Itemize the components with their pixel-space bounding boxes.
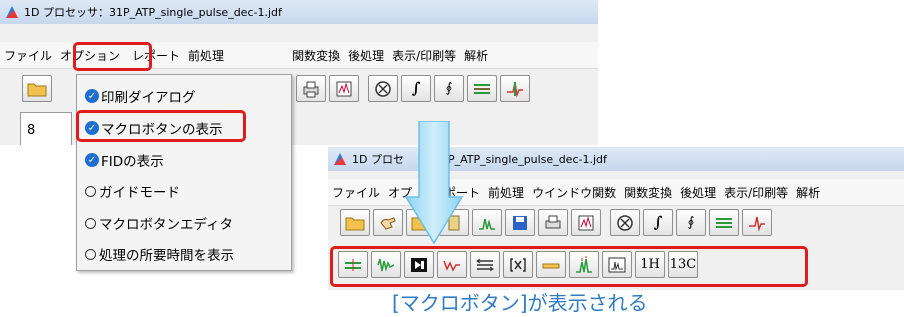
folder-icon (345, 217, 365, 230)
menu-preprocess[interactable]: 前処理 (484, 184, 528, 201)
side-tab-text: 8 (27, 123, 36, 138)
down-arrow-icon (404, 121, 464, 245)
options-dropdown: ✓ 印刷ダイアログ ✓ マクロボタンの表示 ✓ FIDの表示 ガイドモード マク… (76, 74, 292, 271)
main-toolbar-right: ∫ ∮ (296, 75, 533, 102)
check-icon: ✓ (85, 153, 99, 167)
integral-button[interactable]: ∫ (401, 75, 431, 102)
print-preview-button[interactable] (329, 75, 359, 102)
highlight-macro-toolbar (330, 246, 808, 287)
menuitem-label: 処理の所要時間を表示 (99, 248, 234, 264)
integral-settings-button[interactable]: ∮ (434, 75, 464, 102)
radio-icon (85, 248, 96, 260)
menu-display-print[interactable]: 表示/印刷等 (720, 184, 792, 201)
menuitem-show-processing-time[interactable]: 処理の所要時間を表示 (85, 244, 234, 264)
menuitem-label: マクロボタンエディタ (99, 217, 234, 233)
menu-analysis[interactable]: 解析 (792, 184, 824, 201)
app-icon (6, 6, 18, 18)
integral-settings-button[interactable]: ∮ (676, 209, 706, 236)
print-button[interactable] (538, 209, 568, 236)
open-recent-button[interactable] (373, 209, 403, 236)
hand-pointer-icon (380, 216, 396, 230)
menu-display-print[interactable]: 表示/印刷等 (388, 47, 460, 64)
radio-icon (85, 217, 96, 229)
stop-button[interactable] (610, 209, 640, 236)
menuitem-show-fid[interactable]: ✓ FIDの表示 (85, 150, 164, 170)
integral-edit-icon: ∮ (687, 215, 695, 230)
folder-icon (27, 83, 47, 96)
menu-file[interactable]: ファイル (328, 184, 384, 201)
menu-transform[interactable]: 関数変換 (620, 184, 676, 201)
phase-button[interactable] (742, 209, 772, 236)
integral-icon: ∫ (411, 79, 421, 97)
stop-icon (375, 80, 391, 97)
app-icon (334, 153, 346, 165)
menuitem-guide-mode[interactable]: ガイドモード (85, 181, 180, 201)
integral-icon: ∫ (653, 213, 663, 231)
printer-icon (545, 215, 561, 228)
menu-analysis[interactable]: 解析 (460, 47, 492, 64)
menuitem-macro-editor[interactable]: マクロボタンエディタ (85, 213, 233, 233)
menu-file[interactable]: ファイル (0, 47, 56, 64)
window-title: 1D プロセ (352, 153, 404, 166)
phase-icon (749, 216, 765, 232)
integral-edit-icon: ∮ (445, 81, 453, 96)
menuitem-label: ガイドモード (99, 185, 180, 201)
save-button[interactable] (505, 209, 535, 236)
integral-button[interactable]: ∫ (643, 209, 673, 236)
menu-window-function[interactable]: ウインドウ関数 (528, 184, 620, 201)
menu-postprocess[interactable]: 後処理 (676, 184, 720, 201)
phase-icon (507, 81, 523, 98)
phase-button[interactable] (500, 75, 530, 102)
open-folder-button[interactable] (22, 75, 52, 102)
spectrum-print-icon (336, 81, 352, 96)
menuitem-label: FIDの表示 (101, 154, 164, 170)
highlight-options-menu (73, 42, 152, 71)
check-icon: ✓ (85, 89, 99, 103)
caption-text: [マクロボタン]が表示される (392, 291, 648, 315)
menu-postprocess[interactable]: 後処理 (344, 47, 388, 64)
baseline-icon (474, 83, 490, 94)
window-titlebar: 1D プロセッサ：31P_ATP_single_pulse_dec-1.jdf (0, 0, 598, 24)
baseline-icon (716, 217, 732, 228)
menu-transform[interactable]: 関数変換 (288, 47, 344, 64)
menuitem-print-dialog[interactable]: ✓ 印刷ダイアログ (85, 86, 196, 106)
spectrum-icon (479, 218, 495, 230)
printer-icon (303, 81, 319, 97)
print-preview-button[interactable] (571, 209, 601, 236)
spectrum-print-icon (578, 215, 594, 230)
stop-icon (617, 214, 633, 231)
spectrum-button[interactable] (472, 209, 502, 236)
open-folder-button[interactable] (340, 209, 370, 236)
baseline-button[interactable] (709, 209, 739, 236)
radio-icon (85, 185, 96, 197)
side-tab: 8 (20, 112, 72, 145)
stop-button[interactable] (368, 75, 398, 102)
menu-preprocess[interactable]: 前処理 (184, 47, 228, 64)
save-icon (513, 215, 527, 230)
menuitem-label: 印刷ダイアログ (101, 90, 196, 106)
highlight-show-macro-item (76, 110, 246, 142)
window-title: 1D プロセッサ：31P_ATP_single_pulse_dec-1.jdf (24, 6, 282, 19)
print-button[interactable] (296, 75, 326, 102)
baseline-button[interactable] (467, 75, 497, 102)
main-toolbar (22, 75, 55, 102)
